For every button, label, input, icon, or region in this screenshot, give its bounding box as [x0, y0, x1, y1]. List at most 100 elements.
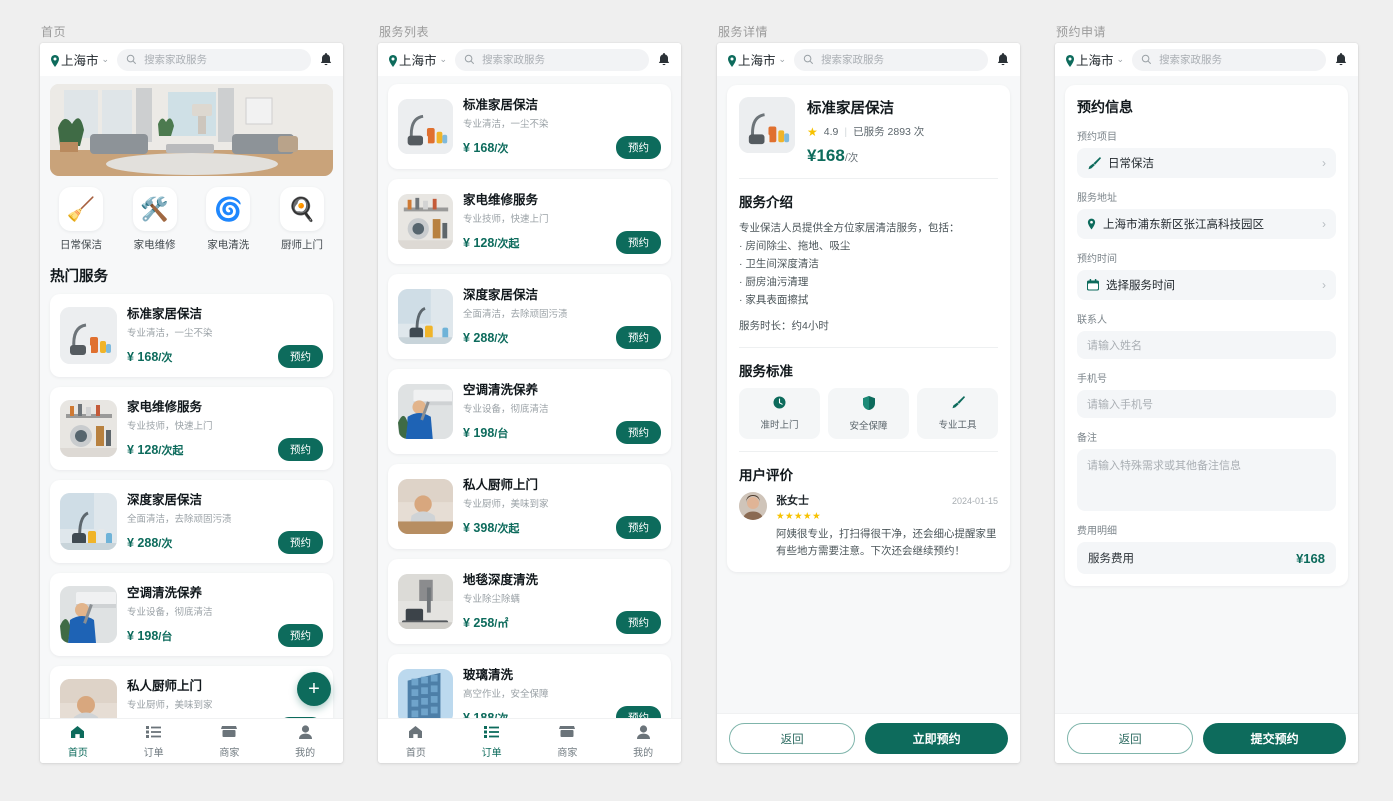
search-input[interactable]: 搜索家政服务: [1132, 48, 1326, 71]
city-selector[interactable]: 上海市 ⌄: [1065, 50, 1124, 69]
detail-scroll-area[interactable]: 标准家居保洁 ★ 4.9 | 已服务 2893 次 ¥168/次 服务介绍 专业…: [717, 76, 1020, 763]
phone-number-input[interactable]: 请输入手机号: [1077, 390, 1336, 418]
tab-home[interactable]: 首页: [378, 724, 454, 759]
tab-merchant[interactable]: 商家: [530, 724, 606, 759]
list-scroll-area[interactable]: 标准家居保洁 专业清洁，一尘不染 ¥ 168/次 预约 家电维修服务 专业技师，…: [378, 76, 681, 763]
fee-value: ¥168: [1296, 550, 1325, 566]
city-selector[interactable]: 上海市 ⌄: [50, 50, 109, 69]
home-scroll-area[interactable]: 🧹 日常保洁 🛠️ 家电维修 🌀 家电清洗 🍳 厨师上门 热门服务 标准家居保洁…: [40, 76, 343, 763]
detail-header: 标准家居保洁 ★ 4.9 | 已服务 2893 次 ¥168/次: [739, 97, 998, 166]
service-item-picker[interactable]: 日常保洁 ›: [1077, 148, 1336, 178]
service-list: 标准家居保洁 专业清洁，一尘不染 ¥ 168/次 预约 家电维修服务 专业技师，…: [378, 76, 681, 763]
bell-icon[interactable]: [657, 52, 671, 67]
category-row: 🧹 日常保洁 🛠️ 家电维修 🌀 家电清洗 🍳 厨师上门: [50, 187, 333, 252]
tab-profile[interactable]: 我的: [605, 724, 681, 759]
app-header: 上海市 ⌄ 搜索家政服务: [378, 43, 681, 76]
app-header: 上海市 ⌄ 搜索家政服务: [40, 43, 343, 76]
book-button[interactable]: 预约: [616, 326, 661, 349]
list-item[interactable]: 地毯深度清洗 专业除尘除螨 ¥ 258/㎡ 预约: [388, 559, 671, 644]
city-selector[interactable]: 上海市 ⌄: [388, 50, 447, 69]
service-thumbnail-appliance-tools: [60, 400, 117, 457]
divider: [739, 347, 998, 349]
divider: [739, 178, 998, 179]
service-card[interactable]: 标准家居保洁 专业清洁，一尘不染 ¥ 168/次 预约: [50, 294, 333, 377]
detail-price: ¥168/次: [807, 146, 859, 165]
list-item[interactable]: 家电维修服务 专业技师，快速上门 ¥ 128/次起 预约: [388, 179, 671, 264]
service-card[interactable]: 空调清洗保养 专业设备，彻底清洁 ¥ 198/台 预约: [50, 573, 333, 656]
book-button[interactable]: 预约: [278, 531, 323, 554]
service-name: 标准家居保洁: [463, 98, 539, 112]
search-input[interactable]: 搜索家政服务: [455, 48, 649, 71]
search-input[interactable]: 搜索家政服务: [794, 48, 988, 71]
category-item-1[interactable]: 🛠️ 家电维修: [124, 187, 186, 252]
category-item-2[interactable]: 🌀 家电清洗: [197, 187, 259, 252]
panel-booking: 预约申请 上海市 ⌄ 搜索家政服务 预约信息 预约项目 日常保洁 › 服务地址 …: [1055, 25, 1358, 763]
person-icon: [605, 724, 681, 740]
bell-icon[interactable]: [319, 52, 333, 67]
service-thumbnail-vacuum: [398, 99, 453, 154]
standard-item-tools: 专业工具: [917, 388, 998, 440]
city-selector[interactable]: 上海市 ⌄: [727, 50, 786, 69]
service-card[interactable]: 家电维修服务 专业技师，快速上门 ¥ 128/次起 预约: [50, 387, 333, 470]
list-item[interactable]: 标准家居保洁 专业清洁，一尘不染 ¥ 168/次 预约: [388, 84, 671, 169]
booking-scroll-area[interactable]: 预约信息 预约项目 日常保洁 › 服务地址 上海市浦东新区张江高科技园区 › 预…: [1055, 76, 1358, 763]
standard-heading: 服务标准: [739, 364, 793, 380]
category-item-0[interactable]: 🧹 日常保洁: [50, 187, 112, 252]
service-price: ¥ 168/次: [463, 140, 509, 155]
book-button[interactable]: 预约: [278, 438, 323, 461]
service-desc: 专业清洁，一尘不染: [463, 119, 549, 130]
search-placeholder: 搜索家政服务: [1159, 54, 1223, 66]
back-button[interactable]: 返回: [1067, 723, 1194, 754]
list-item[interactable]: 空调清洗保养 专业设备，彻底清洁 ¥ 198/台 预约: [388, 369, 671, 454]
field-group-note: 备注 请输入特殊需求或其他备注信息: [1077, 429, 1336, 511]
address-picker[interactable]: 上海市浦东新区张江高科技园区 ›: [1077, 209, 1336, 239]
service-card[interactable]: 深度家居保洁 全面清洁，去除顽固污渍 ¥ 288/次 预约: [50, 480, 333, 563]
tab-orders[interactable]: 订单: [116, 724, 192, 759]
service-thumbnail-ac-worker: [60, 586, 117, 643]
search-icon: [1141, 54, 1152, 65]
washing-machine-icon: 🌀: [206, 187, 251, 231]
category-label-0: 日常保洁: [60, 239, 102, 251]
contact-name-input[interactable]: 请输入姓名: [1077, 331, 1336, 359]
book-button[interactable]: 预约: [616, 611, 661, 634]
home-service-list: 标准家居保洁 专业清洁，一尘不染 ¥ 168/次 预约 家电维修服务 专业技师，…: [50, 294, 333, 749]
book-now-button[interactable]: 立即预约: [865, 723, 1008, 754]
note-textarea[interactable]: 请输入特殊需求或其他备注信息: [1077, 449, 1336, 511]
book-button[interactable]: 预约: [616, 421, 661, 444]
time-picker[interactable]: 选择服务时间 ›: [1077, 270, 1336, 300]
standard-item-punctual: 准时上门: [739, 388, 820, 440]
service-desc: 专业设备，彻底清洁: [127, 607, 213, 618]
book-button[interactable]: 预约: [278, 345, 323, 368]
add-fab-button[interactable]: +: [297, 672, 331, 706]
tab-home[interactable]: 首页: [40, 724, 116, 759]
list-item[interactable]: 深度家居保洁 全面清洁，去除顽固污渍 ¥ 288/次 预约: [388, 274, 671, 359]
location-pin-icon: [388, 54, 398, 67]
panel-service-detail: 服务详情 上海市 ⌄ 搜索家政服务 标准家居保洁 ★ 4.9 | 已服务 289…: [717, 25, 1020, 763]
service-price: ¥ 198/台: [127, 628, 173, 643]
phone-frame-booking: 上海市 ⌄ 搜索家政服务 预约信息 预约项目 日常保洁 › 服务地址 上海市浦东…: [1055, 43, 1358, 763]
list-item[interactable]: 私人厨师上门 专业厨师，美味到家 ¥ 398/次起 预约: [388, 464, 671, 549]
phone-frame-list: 上海市 ⌄ 搜索家政服务 标准家居保洁 专业清洁，一尘不染 ¥ 168/次 预约…: [378, 43, 681, 763]
book-button[interactable]: 预约: [616, 231, 661, 254]
tab-merchant[interactable]: 商家: [192, 724, 268, 759]
book-button[interactable]: 预约: [278, 624, 323, 647]
city-name: 上海市: [399, 54, 437, 68]
tab-orders[interactable]: 订单: [454, 724, 530, 759]
submit-booking-button[interactable]: 提交预约: [1203, 723, 1346, 754]
book-button[interactable]: 预约: [616, 136, 661, 159]
tab-label: 首页: [405, 747, 426, 759]
field-label-note: 备注: [1077, 433, 1097, 444]
detail-footer-bar: 返回 立即预约: [717, 713, 1020, 763]
service-thumbnail-chef: [398, 479, 453, 534]
category-item-3[interactable]: 🍳 厨师上门: [271, 187, 333, 252]
field-label-contact: 联系人: [1077, 315, 1107, 326]
search-placeholder: 搜索家政服务: [144, 54, 208, 66]
tab-profile[interactable]: 我的: [267, 724, 343, 759]
book-button[interactable]: 预约: [616, 516, 661, 539]
bell-icon[interactable]: [1334, 52, 1348, 67]
tab-label: 首页: [67, 747, 88, 759]
service-price: ¥ 288/次: [127, 535, 173, 550]
search-input[interactable]: 搜索家政服务: [117, 48, 311, 71]
bell-icon[interactable]: [996, 52, 1010, 67]
back-button[interactable]: 返回: [729, 723, 856, 754]
